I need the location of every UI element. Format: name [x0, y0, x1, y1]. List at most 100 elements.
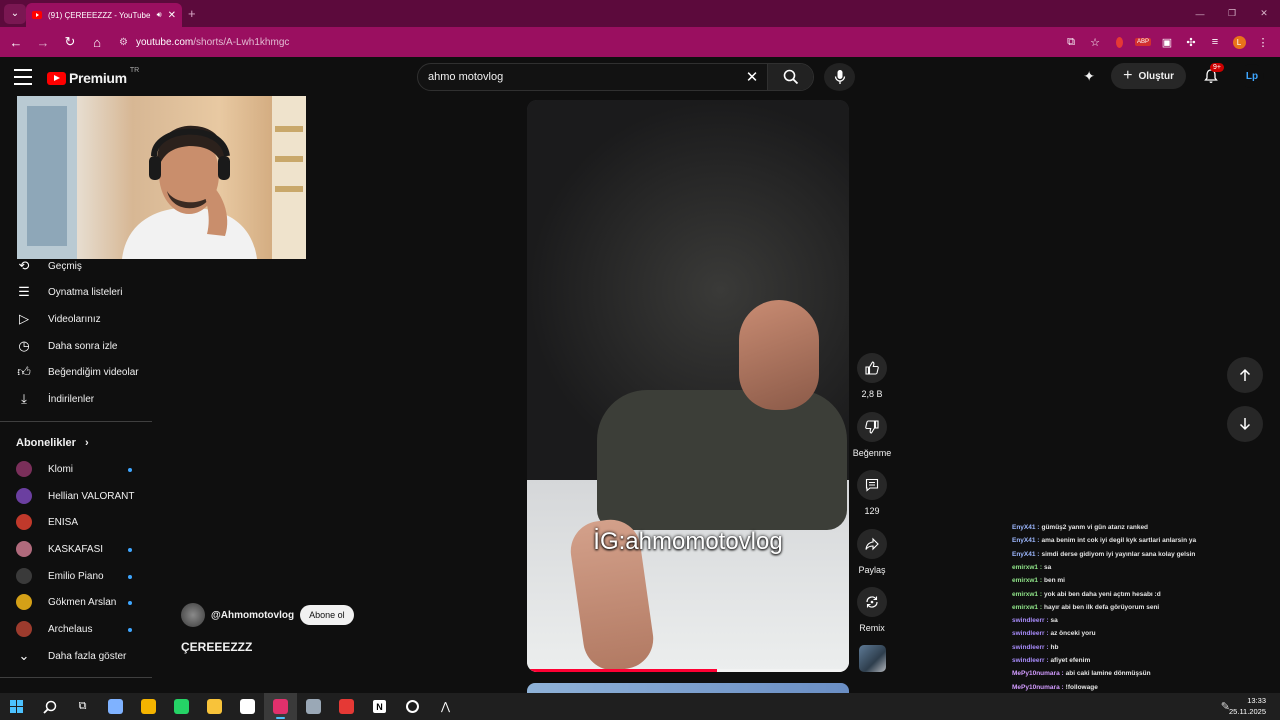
sidebar-item-label: Daha sonra izle: [48, 340, 118, 352]
next-short-button[interactable]: [1227, 406, 1263, 442]
store-icon[interactable]: [231, 693, 264, 720]
like-button[interactable]: 2,8 B: [852, 353, 892, 399]
forward-icon[interactable]: →: [31, 30, 55, 54]
search-button[interactable]: [767, 64, 813, 90]
site-info-icon[interactable]: ⚙: [119, 37, 128, 48]
sidebar-item-label: Beğendiğim videolar: [48, 366, 139, 378]
chat-message: emirxw1 : sa: [1012, 564, 1051, 571]
app-cube-icon[interactable]: [297, 693, 330, 720]
chevron-down-icon: ⌄: [18, 648, 30, 663]
restore-icon[interactable]: ❐: [1216, 0, 1248, 27]
minimize-icon[interactable]: —: [1184, 0, 1216, 27]
previous-short-button[interactable]: [1227, 357, 1263, 393]
chrome-icon[interactable]: [132, 693, 165, 720]
subscribe-button[interactable]: Abone ol: [300, 605, 354, 625]
system-clock[interactable]: 13:33 25.11.2025: [1229, 695, 1266, 717]
chat-username: EnyX41 :: [1012, 550, 1040, 558]
video-person-head: [739, 300, 819, 410]
cast-icon[interactable]: ⧉: [1060, 30, 1082, 54]
youtube-logo[interactable]: Premium TR: [47, 67, 139, 86]
home-icon[interactable]: ⌂: [85, 30, 109, 54]
sidebar-item-playlists[interactable]: ☰ Oynatma listeleri: [14, 281, 122, 303]
bookmark-star-icon[interactable]: ☆: [1084, 30, 1106, 54]
window-controls: — ❐ ✕: [1184, 0, 1280, 27]
subscriptions-heading[interactable]: Abonelikler ›: [16, 437, 89, 449]
channel-handle[interactable]: @Ahmomotovlog: [211, 610, 294, 621]
sidebar-item-label: İndirilenler: [48, 393, 95, 405]
channel-name: Archelaus: [48, 623, 93, 635]
channel-name: Klomi: [48, 463, 74, 475]
reload-icon[interactable]: ↻: [58, 30, 82, 54]
adblock-icon[interactable]: ABP: [1132, 30, 1154, 54]
sidebar-channel-emilio-piano[interactable]: Emilio Piano: [14, 565, 104, 587]
sidebar-item-downloads[interactable]: ⤓ İndirilenler: [14, 388, 94, 410]
new-tab-button[interactable]: +: [188, 6, 196, 21]
comments-button[interactable]: 129: [852, 470, 892, 516]
sidebar-channel-enisa[interactable]: ENISA: [14, 511, 78, 533]
chat-username: EnyX41 :: [1012, 524, 1040, 531]
channel-avatar: [16, 621, 32, 637]
sidebar-item-liked-videos[interactable]: 👍︎ Beğendiğim videolar: [14, 361, 139, 383]
window-close-icon[interactable]: ✕: [1248, 0, 1280, 27]
task-view-icon[interactable]: ⧉: [66, 693, 99, 720]
sidebar-show-more[interactable]: ⌄ Daha fazla göster: [14, 645, 127, 667]
instagram-icon[interactable]: [264, 693, 297, 720]
create-button[interactable]: + Oluştur: [1111, 63, 1186, 89]
extensions-puzzle-icon[interactable]: ✣: [1180, 30, 1202, 54]
share-button[interactable]: Paylaş: [852, 529, 892, 575]
tab-search-button[interactable]: ⌄: [4, 3, 26, 24]
channel-avatar[interactable]: [181, 603, 205, 627]
playlists-icon: ☰: [18, 284, 30, 299]
sound-thumbnail[interactable]: [859, 645, 886, 672]
clear-search-icon[interactable]: ✕: [737, 68, 767, 86]
search-input[interactable]: [428, 71, 737, 83]
back-icon[interactable]: ←: [4, 30, 28, 54]
sidebar-item-watch-later[interactable]: ◷ Daha sonra izle: [14, 335, 117, 357]
sidebar-item-your-videos[interactable]: ▷ Videolarınız: [14, 308, 101, 330]
sidebar-channel-klomi[interactable]: Klomi: [14, 458, 73, 480]
subscriptions-title: Abonelikler: [16, 437, 76, 449]
app-red-icon[interactable]: [330, 693, 363, 720]
copilot-icon[interactable]: [99, 693, 132, 720]
next-short-preview[interactable]: [527, 683, 849, 693]
browser-menu-icon[interactable]: ⋮: [1252, 30, 1274, 54]
share-label: Paylaş: [858, 565, 886, 575]
sidebar-channel-hellian-valorant[interactable]: Hellian VALORANT: [14, 485, 135, 507]
like-count: 2,8 B: [861, 389, 883, 399]
webcam-overlay: [17, 96, 306, 259]
address-bar[interactable]: ⚙ youtube.com/shorts/A-Lwh1khmgc: [119, 37, 289, 48]
account-avatar[interactable]: Lp: [1240, 64, 1264, 88]
sidebar-channel-gokmen-arslan[interactable]: Gökmen Arslan: [14, 591, 116, 613]
close-tab-icon[interactable]: ✕: [168, 10, 176, 21]
sidebar-channel-kaskafasi[interactable]: KASKAFASI: [14, 538, 103, 560]
chat-message: EnyX41 : simdi derse gidiyom iyi yayınlar…: [1012, 551, 1195, 558]
app-arrow-icon[interactable]: ⋀: [429, 693, 462, 720]
notifications-button[interactable]: 9+: [1196, 63, 1226, 89]
start-icon[interactable]: [0, 693, 33, 720]
obs-icon[interactable]: [396, 693, 429, 720]
sidebar-channel-archelaus[interactable]: Archelaus: [14, 618, 92, 640]
menu-icon[interactable]: [14, 69, 32, 85]
extension-box-icon[interactable]: ▣: [1156, 30, 1178, 54]
youtube-favicon-icon: [32, 11, 42, 19]
speaker-icon[interactable]: 🔊︎: [157, 10, 162, 20]
search-icon[interactable]: [33, 693, 66, 720]
thumbs-down-icon: [865, 420, 879, 434]
browser-tab[interactable]: (91) ÇEREEEZZZ - YouTube 🔊︎ ✕: [26, 3, 182, 27]
chat-username: emirxw1 :: [1012, 603, 1042, 611]
shorts-video-player[interactable]: İG:ahmomotovlog: [527, 100, 849, 672]
notion-icon[interactable]: N: [363, 693, 396, 720]
voice-search-button[interactable]: [824, 63, 855, 91]
chat-ai-icon[interactable]: ✦: [1077, 64, 1101, 88]
reading-list-icon[interactable]: ≡: [1204, 30, 1226, 54]
comment-count: 129: [864, 506, 880, 516]
remix-button[interactable]: Remix: [852, 587, 892, 633]
dislike-button[interactable]: Beğenme: [852, 412, 892, 458]
extension-red-icon[interactable]: [1108, 30, 1130, 54]
video-progress-bar[interactable]: [527, 669, 849, 672]
profile-avatar[interactable]: L: [1228, 30, 1250, 54]
file-explorer-icon[interactable]: [198, 693, 231, 720]
whatsapp-icon[interactable]: [165, 693, 198, 720]
show-more-label: Daha fazla göster: [48, 650, 127, 662]
chat-text: ben mi: [1044, 577, 1065, 585]
